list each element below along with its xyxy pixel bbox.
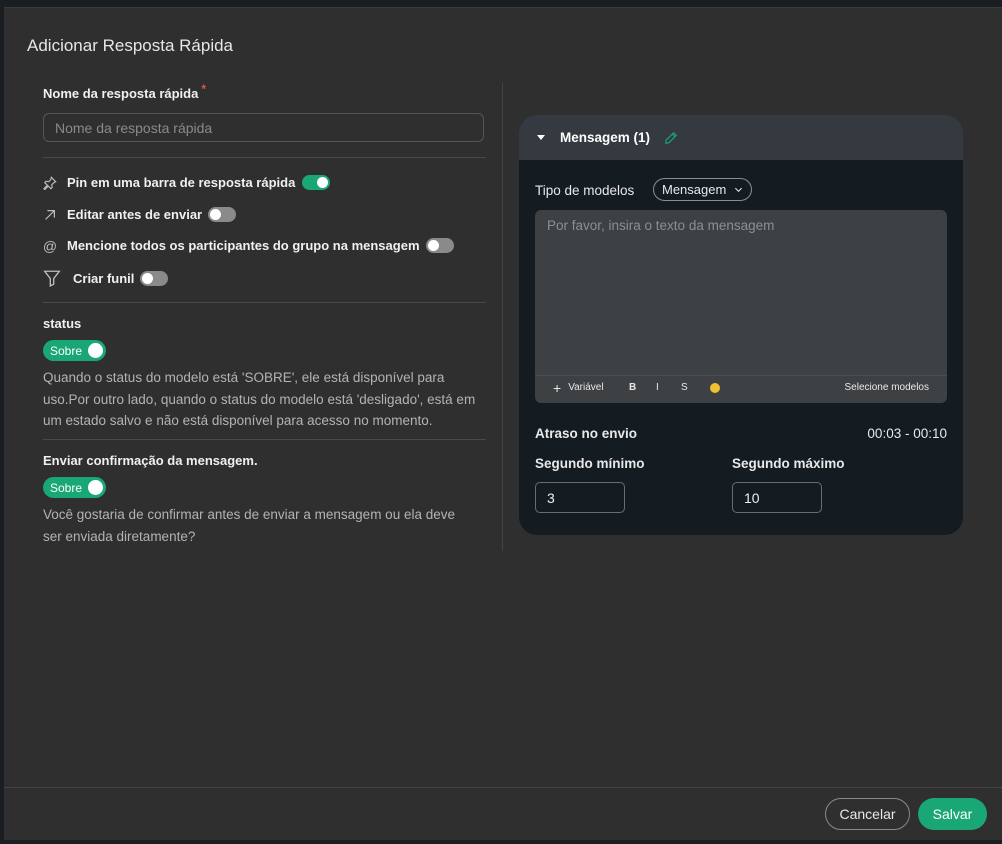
- divider: [43, 302, 486, 303]
- message-card: Mensagem (1) Tipo de modelos Mensagem + …: [519, 115, 963, 535]
- variable-label: Variável: [568, 382, 604, 393]
- option-label: Editar antes de enviar: [67, 207, 203, 222]
- toggle-knob: [88, 480, 103, 495]
- at-icon: @: [42, 237, 58, 254]
- message-editor: + Variável B I S Selecione modelos: [535, 210, 947, 403]
- chevron-down-icon: [734, 185, 743, 194]
- pin-icon: [43, 175, 57, 190]
- divider: [43, 157, 486, 158]
- option-label: Pin em uma barra de resposta rápida: [67, 175, 296, 190]
- name-field-label: Nome da resposta rápida *: [43, 82, 206, 101]
- insert-variable-button[interactable]: + Variável: [553, 379, 604, 396]
- edit-before-send-toggle[interactable]: [208, 207, 237, 222]
- column-separator: [502, 83, 503, 551]
- strikethrough-button[interactable]: S: [681, 382, 688, 393]
- max-seconds-input[interactable]: [732, 482, 822, 513]
- mention-all-toggle[interactable]: [425, 238, 454, 253]
- min-seconds-label: Segundo mínimo: [535, 456, 645, 471]
- collapse-caret-icon[interactable]: [537, 135, 545, 140]
- option-edit-before-send: Editar antes de enviar: [43, 207, 237, 222]
- option-pin-quick-bar: Pin em uma barra de resposta rápida: [43, 175, 331, 190]
- confirmation-toggle[interactable]: Sobre: [43, 477, 106, 498]
- confirmation-label: Enviar confirmação da mensagem.: [43, 453, 258, 468]
- save-button[interactable]: Salvar: [918, 798, 987, 830]
- pin-quick-bar-toggle[interactable]: [302, 175, 331, 190]
- model-type-select[interactable]: Mensagem: [653, 178, 753, 201]
- toggle-knob: [88, 343, 103, 358]
- select-models-button[interactable]: Selecione modelos: [845, 382, 930, 393]
- message-card-title: Mensagem (1): [560, 130, 651, 145]
- divider: [43, 439, 486, 440]
- bold-button[interactable]: B: [629, 382, 636, 393]
- italic-button[interactable]: I: [656, 382, 659, 393]
- window-top-strip: [0, 0, 1002, 7]
- model-type-value: Mensagem: [662, 182, 727, 197]
- model-type-label: Tipo de modelos: [535, 183, 635, 198]
- emoji-icon: [710, 383, 720, 393]
- quick-reply-name-input[interactable]: [43, 113, 484, 142]
- plus-icon: +: [553, 379, 562, 396]
- option-mention-all: @ Mencione todos os participantes do gru…: [42, 237, 454, 254]
- footer-divider: [4, 787, 1002, 788]
- emoji-button[interactable]: [710, 383, 720, 393]
- message-card-header[interactable]: Mensagem (1): [519, 115, 963, 160]
- dialog-title: Adicionar Resposta Rápida: [27, 36, 234, 55]
- confirmation-toggle-text: Sobre: [50, 480, 83, 495]
- max-seconds-label: Segundo máximo: [732, 456, 845, 471]
- create-funnel-toggle[interactable]: [140, 270, 169, 286]
- option-label: Mencione todos os participantes do grupo…: [67, 238, 420, 253]
- message-textarea[interactable]: [535, 210, 947, 373]
- send-delay-label: Atraso no envio: [535, 426, 638, 441]
- min-seconds-input[interactable]: [535, 482, 625, 513]
- status-label: status: [43, 316, 82, 331]
- pencil-icon[interactable]: [664, 131, 678, 145]
- send-delay-range: 00:03 - 00:10: [867, 426, 947, 441]
- confirmation-description: Você gostaria de confirmar antes de envi…: [43, 507, 455, 544]
- option-create-funnel: Criar funil: [43, 269, 169, 287]
- funnel-icon: [43, 269, 61, 287]
- message-toolbar: + Variável B I S Selecione modelos: [535, 375, 947, 400]
- arrow-up-right-icon: [43, 208, 57, 222]
- status-toggle-text: Sobre: [50, 343, 83, 358]
- status-toggle[interactable]: Sobre: [43, 340, 106, 361]
- cancel-button[interactable]: Cancelar: [825, 798, 910, 830]
- name-field-label-text: Nome da resposta rápida: [43, 86, 199, 101]
- option-label: Criar funil: [73, 270, 135, 286]
- required-mark: *: [201, 82, 206, 96]
- add-quick-reply-dialog: Adicionar Resposta Rápida Nome da respos…: [4, 7, 1002, 840]
- status-description: Quando o status do modelo está 'SOBRE', …: [43, 370, 476, 428]
